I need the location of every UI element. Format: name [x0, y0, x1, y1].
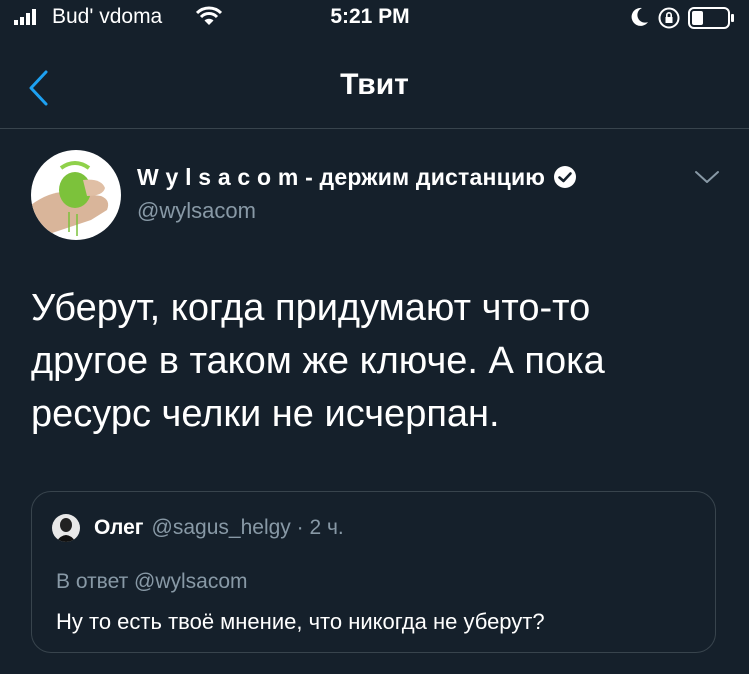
tweet-text: Уберут, когда придумают что-то другое в … — [31, 287, 605, 435]
status-bar: Bud' vdoma 5:21 PM — [0, 0, 749, 44]
avatar[interactable] — [31, 150, 121, 240]
quoted-meta: @sagus_helgy · 2 ч. — [151, 516, 344, 539]
wifi-icon — [196, 6, 222, 25]
display-name[interactable]: W y l s a c o m - держим дистанцию — [137, 164, 545, 191]
quoted-avatar — [52, 514, 80, 542]
quoted-header: Олег @sagus_helgy · 2 ч. — [94, 516, 344, 540]
moon-icon — [631, 7, 648, 26]
quoted-text: Ну то есть твоё мнение, что никогда не у… — [56, 609, 545, 634]
chevron-down-icon[interactable] — [693, 168, 721, 186]
signal-icon — [14, 9, 36, 25]
reply-to-label: В ответ @wylsacom — [56, 570, 248, 593]
nav-bar: Твит — [0, 44, 749, 129]
quoted-tweet[interactable]: Олег @sagus_helgy · 2 ч. В ответ @wylsaco… — [31, 491, 716, 653]
author-name-row[interactable]: W y l s a c o m - держим дистанцию — [137, 162, 577, 192]
rotation-lock-icon — [658, 7, 680, 29]
verified-badge-icon — [554, 166, 577, 188]
page-title: Твит — [340, 68, 409, 101]
clock: 5:21 PM — [330, 5, 410, 28]
carrier-label: Bud' vdoma — [52, 5, 163, 28]
battery-icon — [688, 7, 734, 29]
quoted-name: Олег — [94, 516, 144, 539]
author-handle[interactable]: @wylsacom — [137, 198, 256, 224]
